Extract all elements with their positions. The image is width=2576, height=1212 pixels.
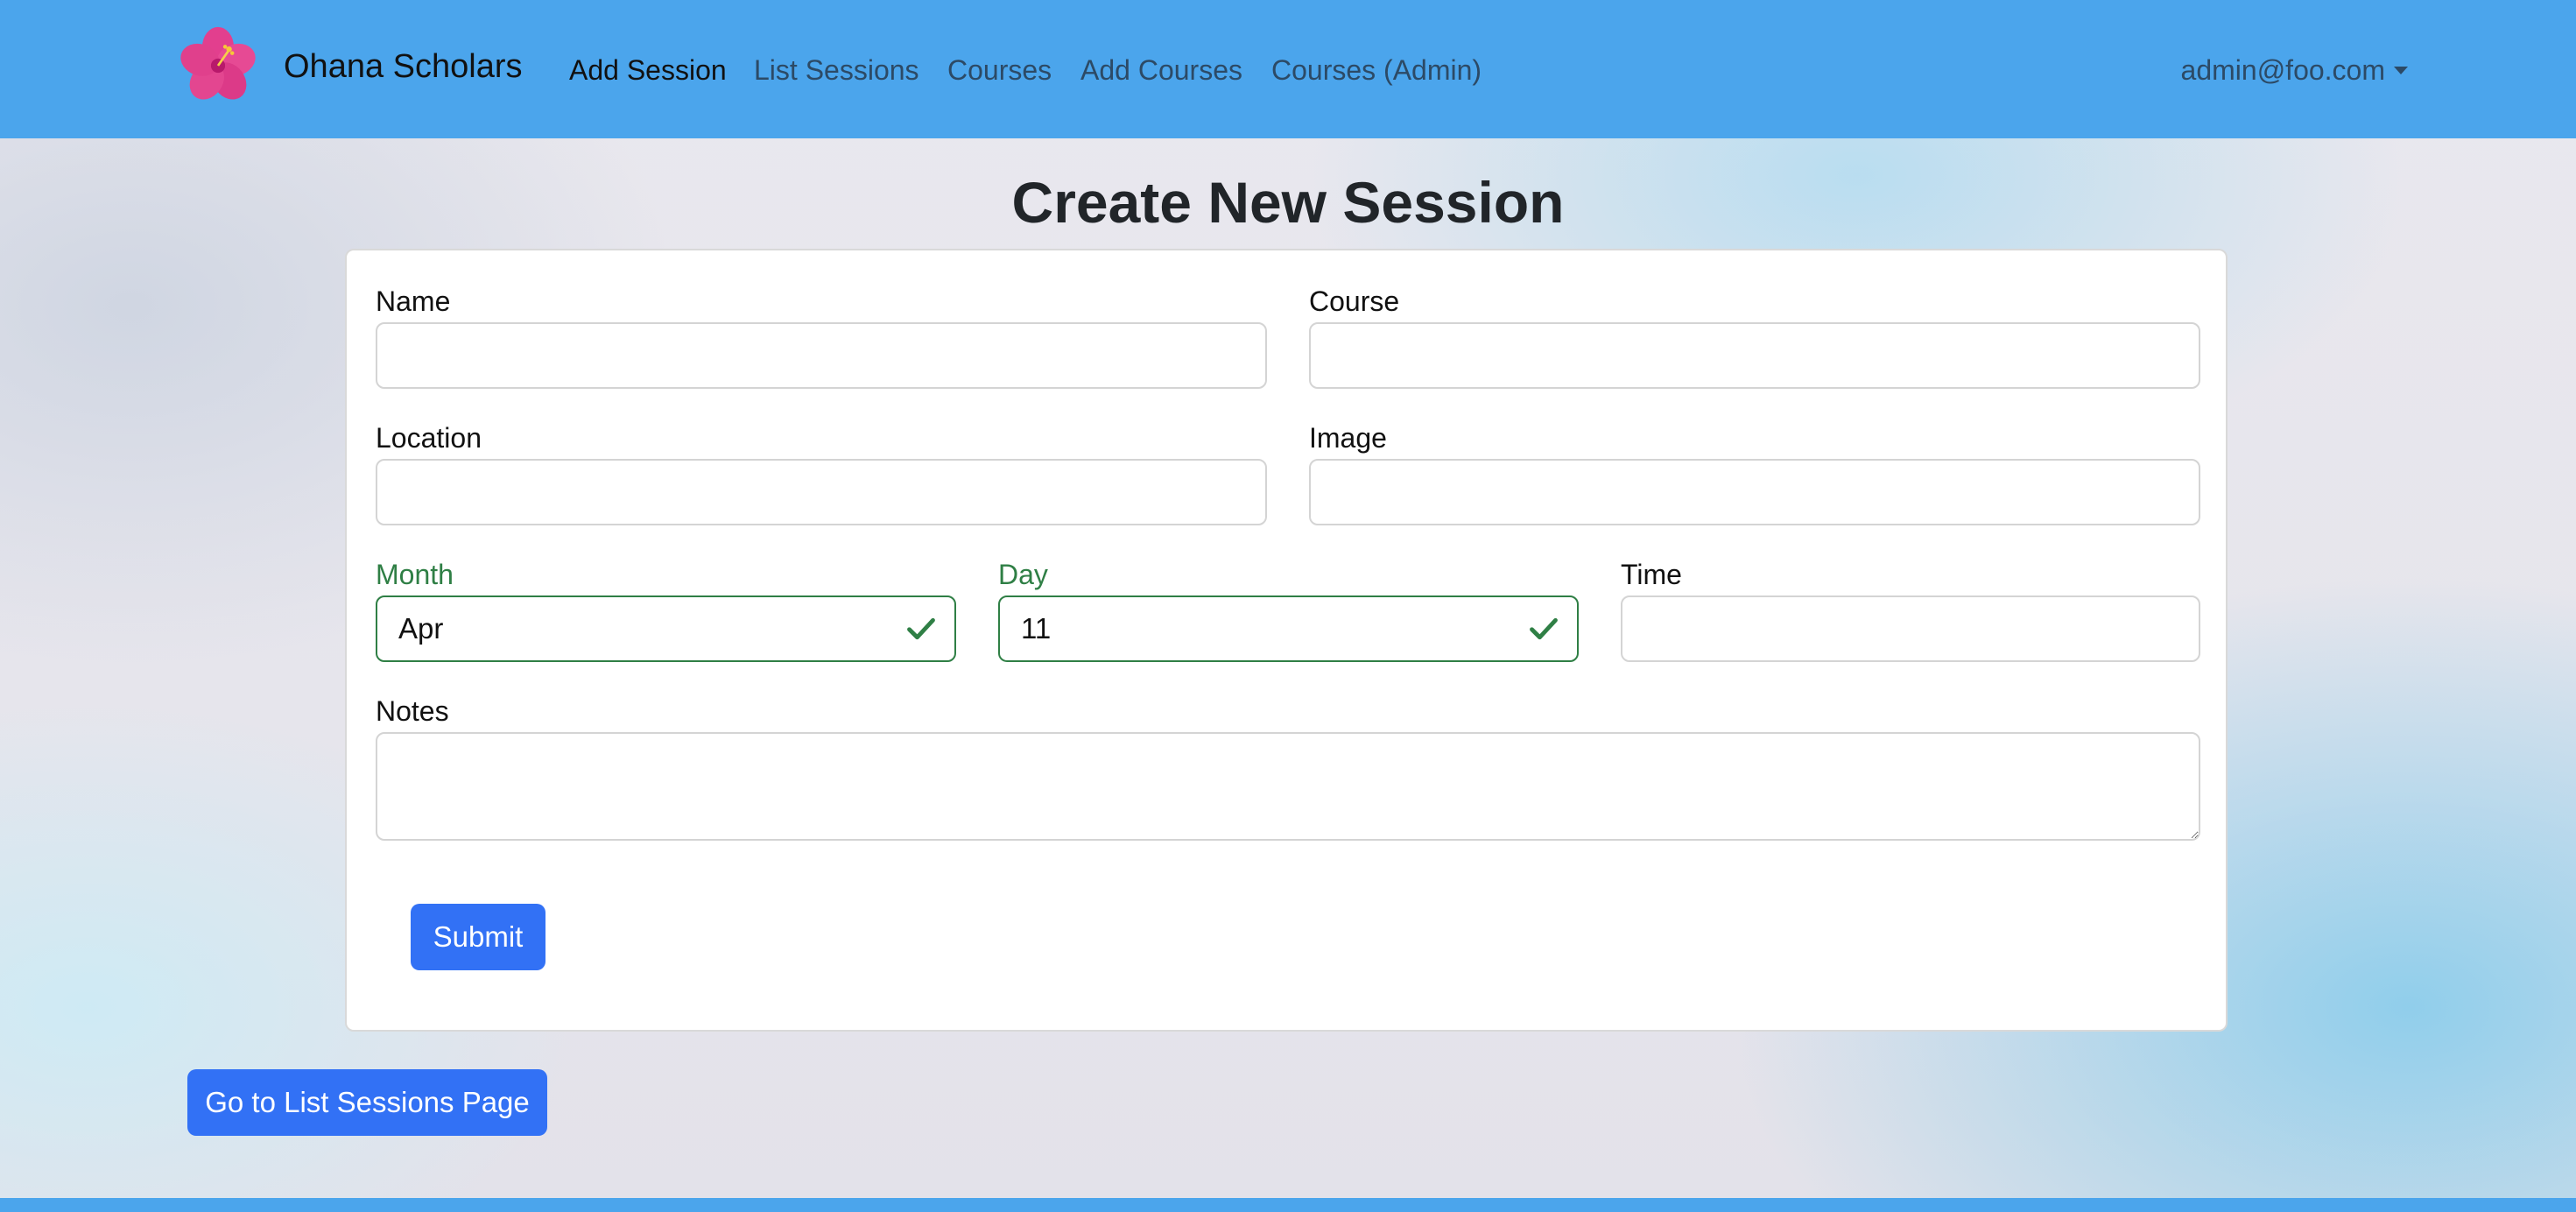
day-label: Day xyxy=(998,559,1048,590)
location-input[interactable] xyxy=(376,459,1267,525)
checkmark-icon xyxy=(1530,617,1558,640)
user-email: admin@foo.com xyxy=(2180,54,2385,86)
hibiscus-logo-icon[interactable] xyxy=(179,26,257,105)
image-label: Image xyxy=(1309,422,1387,454)
location-label: Location xyxy=(376,422,482,454)
name-input[interactable] xyxy=(376,322,1267,389)
user-dropdown[interactable]: admin@foo.com xyxy=(2181,51,2408,89)
image-input[interactable] xyxy=(1309,459,2200,525)
notes-label: Notes xyxy=(376,695,449,727)
notes-textarea[interactable] xyxy=(376,732,2200,841)
month-input[interactable] xyxy=(376,595,956,662)
course-input[interactable] xyxy=(1309,322,2200,389)
course-label: Course xyxy=(1309,285,1400,317)
month-label: Month xyxy=(376,559,454,590)
session-form-card: Name Course Location Image Month Day Tim… xyxy=(345,249,2228,1032)
go-to-list-sessions-button[interactable]: Go to List Sessions Page xyxy=(187,1069,547,1136)
submit-button[interactable]: Submit xyxy=(411,904,545,970)
footer-bar xyxy=(0,1198,2576,1212)
brand-title[interactable]: Ohana Scholars xyxy=(284,46,523,88)
nav-link-add-courses[interactable]: Add Courses xyxy=(1080,51,1242,89)
time-input[interactable] xyxy=(1621,595,2200,662)
checkmark-icon xyxy=(907,617,935,640)
nav-link-add-session[interactable]: Add Session xyxy=(569,51,727,89)
nav-link-courses-admin[interactable]: Courses (Admin) xyxy=(1271,51,1482,89)
nav-link-list-sessions[interactable]: List Sessions xyxy=(754,51,919,89)
name-label: Name xyxy=(376,285,451,317)
page-title: Create New Session xyxy=(1011,170,1565,235)
time-label: Time xyxy=(1621,559,1682,590)
navbar: Ohana Scholars Add Session List Sessions… xyxy=(0,0,2576,138)
day-input[interactable] xyxy=(998,595,1579,662)
nav-link-courses[interactable]: Courses xyxy=(947,51,1052,89)
caret-down-icon xyxy=(2394,67,2408,74)
